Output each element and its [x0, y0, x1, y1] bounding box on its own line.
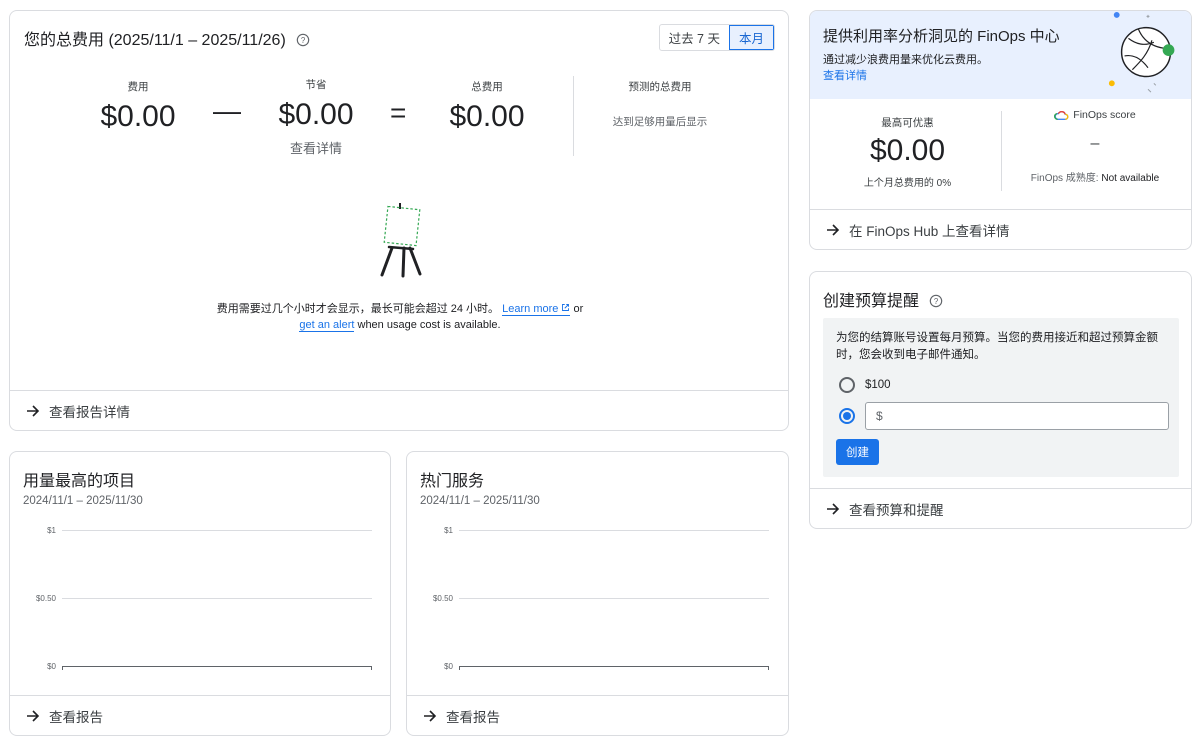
savings-label: 节省: [305, 79, 327, 91]
budget-option-100[interactable]: $100: [839, 377, 891, 393]
help-icon[interactable]: ?: [296, 33, 310, 47]
top-services-title: 热门服务: [420, 473, 485, 490]
savings-details-link[interactable]: 查看详情: [261, 138, 371, 157]
cost-label: 费用: [127, 81, 149, 93]
cost-value: $0.00: [100, 100, 176, 133]
radio-custom[interactable]: [839, 408, 855, 424]
total-cost-card: 您的总费用 (2025/11/1 – 2025/11/26) ? 过去 7 天 …: [9, 10, 789, 431]
svg-text:?: ?: [301, 36, 306, 45]
easel-illustration: [380, 203, 422, 278]
budget-alert-card: 创建预算提醒 ? 为您的结算账号设置每月预算。当您的费用接近和超过预算金额时，您…: [809, 271, 1192, 529]
y-tick-0: $0: [47, 662, 56, 671]
get-alert-link[interactable]: get an alert: [299, 319, 355, 332]
learn-more-link[interactable]: Learn more: [502, 303, 571, 316]
arrow-right-icon: [27, 404, 40, 417]
cost-card-title: 您的总费用 (2025/11/1 – 2025/11/26) ?: [24, 26, 310, 50]
arrow-right-icon: [27, 709, 40, 722]
budget-option-custom[interactable]: $: [839, 402, 1169, 430]
max-discount-note: 上个月总费用的 0%: [863, 178, 952, 189]
finops-divider: [1001, 111, 1002, 191]
forecast-note: 达到足够用量后显示: [612, 116, 708, 128]
top-projects-card: 用量最高的项目 2024/11/1 – 2025/11/30 $1 $0.50 …: [9, 451, 391, 736]
view-services-report-link[interactable]: 查看报告: [407, 695, 788, 735]
help-icon[interactable]: ?: [929, 294, 943, 308]
budget-title: 创建预算提醒 ?: [823, 287, 943, 311]
toggle-this-month[interactable]: 本月: [728, 25, 774, 50]
google-cloud-icon: [1054, 110, 1069, 120]
cost-delay-message: 费用需要过几个小时才会显示，最长可能会超过 24 小时。 Learn more …: [216, 303, 584, 332]
budget-panel: 为您的结算账号设置每月预算。当您的费用接近和超过预算金额时，您会收到电子邮件通知…: [823, 318, 1179, 477]
max-discount-label: 最高可优惠: [881, 117, 934, 129]
view-report-details-link[interactable]: 查看报告详情: [10, 390, 788, 430]
view-budgets-link[interactable]: 查看预算和提醒: [810, 488, 1191, 528]
budget-desc: 为您的结算账号设置每月预算。当您的费用接近和超过预算金额时，您会收到电子邮件通知…: [836, 332, 1158, 361]
gridline: [62, 598, 372, 599]
savings-metric: 节省 $0.00 查看详情: [261, 77, 371, 157]
finops-score-value: –: [1090, 135, 1100, 152]
custom-amount-input[interactable]: [886, 409, 1157, 423]
svg-text:?: ?: [934, 297, 939, 306]
top-projects-title: 用量最高的项目: [23, 473, 136, 490]
max-discount-value: $0.00: [869, 134, 946, 167]
finops-title: 提供利用率分析洞见的 FinOps 中心: [823, 28, 1060, 45]
savings-value: $0.00: [278, 98, 354, 131]
y-tick-1: $1: [47, 526, 56, 535]
gridline: [62, 530, 372, 531]
period-toggle: 过去 7 天 本月: [658, 24, 775, 51]
gridline: [459, 530, 769, 531]
finops-details-link[interactable]: 查看详情: [823, 67, 867, 83]
view-projects-report-link[interactable]: 查看报告: [10, 695, 390, 735]
y-tick-1: $1: [444, 526, 453, 535]
arrow-right-icon: [827, 223, 840, 236]
finops-score-metric: FinOps score – FinOps 成熟度: Not available: [1020, 109, 1170, 184]
forecast-label: 预测的总费用: [628, 81, 692, 93]
total-metric: 总费用 $0.00: [437, 79, 537, 134]
top-services-card: 热门服务 2024/11/1 – 2025/11/30 $1 $0.50 $0 …: [406, 451, 789, 736]
x-axis: [459, 666, 769, 670]
y-tick-0: $0: [444, 662, 453, 671]
y-tick-050: $0.50: [35, 594, 56, 603]
x-axis: [62, 666, 372, 670]
arrow-right-icon: [827, 502, 840, 515]
toggle-last-7-days[interactable]: 过去 7 天: [660, 25, 729, 50]
total-label: 总费用: [471, 81, 503, 93]
custom-amount-field[interactable]: $: [865, 402, 1169, 430]
finops-banner: 提供利用率分析洞见的 FinOps 中心 通过减少浪费用量来优化云费用。 查看详…: [810, 11, 1191, 99]
total-value: $0.00: [449, 100, 525, 133]
gridline: [459, 598, 769, 599]
finops-card: 提供利用率分析洞见的 FinOps 中心 通过减少浪费用量来优化云费用。 查看详…: [809, 10, 1192, 250]
metric-divider: [573, 76, 574, 156]
top-services-range: 2024/11/1 – 2025/11/30: [420, 495, 540, 507]
finops-desc: 通过减少浪费用量来优化云费用。: [823, 54, 988, 66]
finops-maturity-value: Not available: [1101, 173, 1160, 184]
arrow-right-icon: [424, 709, 437, 722]
max-discount-metric: 最高可优惠 $0.00 上个月总费用的 0%: [850, 115, 965, 189]
finops-score-label: FinOps score: [1073, 109, 1136, 121]
minus-sign: —: [213, 95, 241, 126]
y-tick-050: $0.50: [432, 594, 453, 603]
create-budget-button[interactable]: 创建: [836, 439, 879, 465]
equals-sign: =: [390, 97, 407, 128]
forecast-metric: 预测的总费用 达到足够用量后显示: [600, 79, 720, 129]
external-link-icon: [562, 304, 570, 311]
finops-maturity-label: FinOps 成熟度:: [1030, 173, 1099, 184]
cost-metric: 费用 $0.00: [88, 79, 188, 134]
globe-illustration-icon: [1108, 11, 1175, 93]
radio-100[interactable]: [839, 377, 855, 393]
finops-hub-link[interactable]: 在 FinOps Hub 上查看详情: [810, 209, 1191, 249]
top-projects-range: 2024/11/1 – 2025/11/30: [23, 495, 143, 507]
